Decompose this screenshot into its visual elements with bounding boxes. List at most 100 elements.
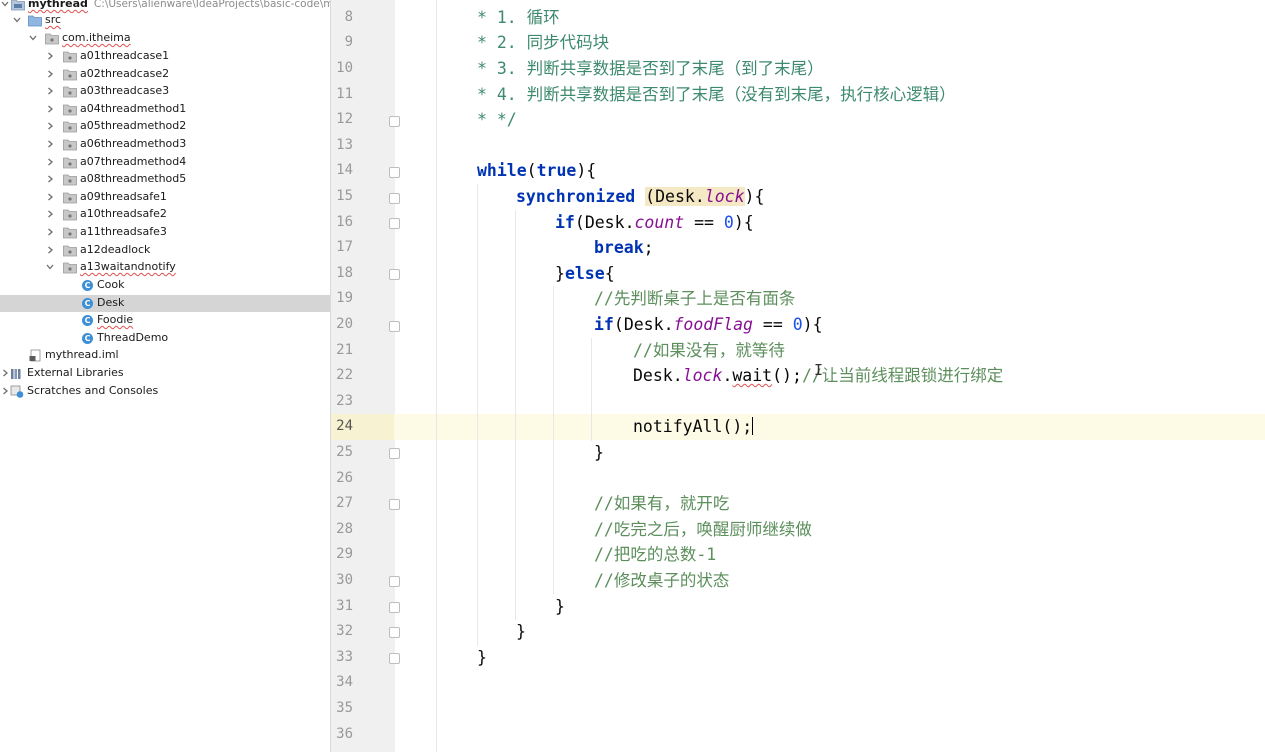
code-line-21[interactable]: //如果没有，就等待 xyxy=(633,338,785,364)
chevron-right-icon[interactable] xyxy=(45,69,55,79)
code-line-8[interactable]: * 1. 循环 xyxy=(477,5,560,31)
code-line-14[interactable]: while(true){ xyxy=(477,158,596,184)
fold-marker[interactable] xyxy=(389,627,400,638)
code-line-28[interactable]: //吃完之后，唤醒厨师继续做 xyxy=(594,517,812,543)
tree-item-folder[interactable]: a08threadmethod5 xyxy=(0,171,330,189)
fold-marker[interactable] xyxy=(389,576,400,587)
field-ref: lock xyxy=(682,366,723,386)
root-project-name: mythread xyxy=(28,0,88,10)
tree-item-label: a05threadmethod2 xyxy=(80,119,187,133)
package-icon xyxy=(63,51,77,63)
chevron-right-icon[interactable] xyxy=(45,192,55,202)
package-icon xyxy=(63,121,77,133)
fold-marker[interactable] xyxy=(389,269,400,280)
code-line-19[interactable]: //先判断桌子上是否有面条 xyxy=(594,286,795,312)
tree-item-folder[interactable]: a13waitandnotify xyxy=(0,259,330,277)
code-line-10[interactable]: * 3. 判断共享数据是否到了末尾（到了末尾） xyxy=(477,56,824,82)
tree-item-package[interactable]: com.itheima xyxy=(0,30,330,48)
code-line-33[interactable]: } xyxy=(477,645,487,671)
code-line-18[interactable]: }else{ xyxy=(555,261,615,287)
line-number: 23 xyxy=(336,392,353,409)
code-line-20[interactable]: if(Desk.foodFlag == 0){ xyxy=(594,312,823,338)
tree-item-folder[interactable]: a05threadmethod2 xyxy=(0,118,330,136)
chevron-down-icon[interactable] xyxy=(45,262,55,272)
tree-item-iml[interactable]: mythread.iml xyxy=(0,347,330,365)
tree-item-folder[interactable]: a09threadsafe1 xyxy=(0,189,330,207)
tree-item-src[interactable]: src xyxy=(0,12,330,30)
code-line-12[interactable]: * */ xyxy=(477,107,517,133)
chevron-right-icon[interactable] xyxy=(45,157,55,167)
tree-item-folder[interactable]: a06threadmethod3 xyxy=(0,136,330,154)
code-token: notifyAll(); xyxy=(633,417,753,437)
indent-guide xyxy=(591,338,592,441)
class-ref: Desk xyxy=(623,315,664,334)
fold-marker[interactable] xyxy=(389,653,400,664)
chevron-right-icon[interactable] xyxy=(45,245,55,255)
code-line-25[interactable]: } xyxy=(594,440,604,466)
fold-marker[interactable] xyxy=(389,167,400,178)
tree-item-class[interactable]: C ThreadDemo xyxy=(0,330,330,348)
line-number: 12 xyxy=(336,111,353,128)
code-line-24[interactable]: notifyAll(); xyxy=(633,414,754,440)
chevron-right-icon[interactable] xyxy=(45,139,55,149)
package-icon xyxy=(63,139,77,151)
code-line-30[interactable]: //修改桌子的状态 xyxy=(594,568,729,594)
chevron-right-icon[interactable] xyxy=(45,86,55,96)
tree-item-folder[interactable]: a03threadcase3 xyxy=(0,83,330,101)
code-line-32[interactable]: } xyxy=(516,619,526,645)
tree-item-folder[interactable]: a10threadsafe2 xyxy=(0,206,330,224)
tree-item-folder[interactable]: a11threadsafe3 xyxy=(0,224,330,242)
chevron-right-icon[interactable] xyxy=(45,227,55,237)
tree-item-class[interactable]: C Foodie xyxy=(0,312,330,330)
line-number: 14 xyxy=(336,162,353,179)
fold-marker[interactable] xyxy=(389,321,400,332)
line-number: 13 xyxy=(336,136,353,153)
chevron-down-icon[interactable] xyxy=(0,0,10,9)
package-icon xyxy=(63,69,77,80)
tree-item-folder[interactable]: a04threadmethod1 xyxy=(0,101,330,119)
chevron-down-icon[interactable] xyxy=(28,33,38,43)
tree-item-folder[interactable]: a01threadcase1 xyxy=(0,48,330,66)
code-editor[interactable]: 8 9 10 11 12 13 14 15 16 17 18 19 20 21 22 23 24 25 26 27 28… xyxy=(330,0,1265,752)
chevron-right-icon[interactable] xyxy=(45,121,55,131)
code-line-9[interactable]: * 2. 同步代码块 xyxy=(477,30,609,56)
tree-item-folder[interactable]: a07threadmethod4 xyxy=(0,154,330,172)
code-line-31[interactable]: } xyxy=(555,594,565,620)
fold-marker[interactable] xyxy=(389,116,400,127)
mouse-ibeam-cursor: I xyxy=(814,361,824,379)
tree-item-scratches[interactable]: Scratches and Consoles xyxy=(0,383,330,401)
chevron-right-icon[interactable] xyxy=(45,174,55,184)
tree-item-class[interactable]: C Cook xyxy=(0,277,330,295)
tree-item-class[interactable]: C Desk xyxy=(0,294,330,313)
code-line-27[interactable]: //如果有，就开吃 xyxy=(594,491,729,517)
fold-marker[interactable] xyxy=(389,448,400,459)
line-number: 20 xyxy=(336,316,353,332)
code-line-17[interactable]: break; xyxy=(594,235,654,261)
chevron-down-icon[interactable] xyxy=(12,15,22,25)
chevron-right-icon[interactable] xyxy=(45,104,55,114)
line-number: 21 xyxy=(336,341,353,358)
chevron-right-icon[interactable] xyxy=(45,51,55,61)
class-ref: Desk xyxy=(633,366,673,386)
code-line-29[interactable]: //把吃的总数-1 xyxy=(594,542,716,568)
text-caret xyxy=(752,417,754,436)
tree-item-folder[interactable]: a02threadcase2 xyxy=(0,66,330,84)
chevron-right-icon[interactable] xyxy=(0,386,10,396)
tree-item-external-libraries[interactable]: External Libraries xyxy=(0,365,330,383)
code-line-16[interactable]: if(Desk.count == 0){ xyxy=(555,210,754,236)
chevron-right-icon[interactable] xyxy=(0,368,10,378)
fold-marker[interactable] xyxy=(389,218,400,229)
tree-item-folder[interactable]: a12deadlock xyxy=(0,242,330,260)
line-number: 33 xyxy=(336,648,353,665)
fold-marker[interactable] xyxy=(389,602,400,613)
fold-marker[interactable] xyxy=(389,499,400,510)
keyword: true xyxy=(536,161,577,181)
code-line-15[interactable]: synchronized (Desk.lock){ xyxy=(516,184,764,210)
fold-marker[interactable] xyxy=(389,193,400,204)
chevron-right-icon[interactable] xyxy=(45,209,55,219)
line-number: 11 xyxy=(336,85,353,102)
code-line-11[interactable]: * 4. 判断共享数据是否到了末尾（没有到末尾，执行核心逻辑） xyxy=(477,82,956,108)
tree-item-label: a11threadsafe3 xyxy=(80,225,167,238)
indent-guide xyxy=(553,287,554,594)
line-number: 35 xyxy=(336,700,353,716)
